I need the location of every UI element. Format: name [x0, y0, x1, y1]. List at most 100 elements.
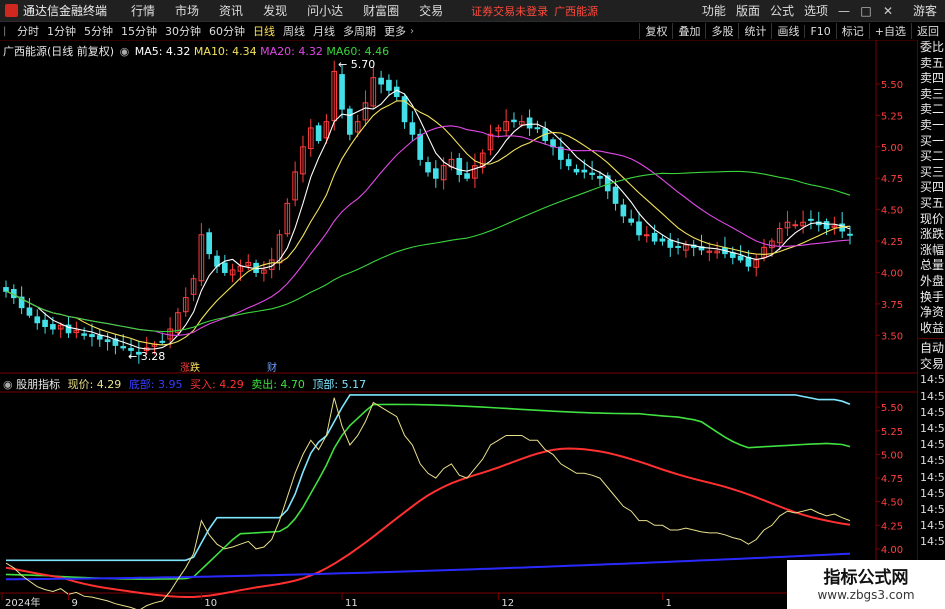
side-item-8[interactable]: 买三	[918, 165, 945, 181]
side-item-6[interactable]: 买一	[918, 134, 945, 150]
candle-body[interactable]	[643, 234, 650, 237]
candle-body[interactable]	[34, 316, 41, 324]
period-multi[interactable]: 多周期	[339, 23, 380, 39]
candle-body[interactable]	[573, 168, 580, 173]
candle-body[interactable]	[597, 175, 603, 179]
menu-hangqing[interactable]: 行情	[121, 2, 165, 19]
candle-body[interactable]	[589, 172, 595, 175]
candle-body[interactable]	[315, 125, 322, 142]
side-item-17[interactable]: 净资	[918, 305, 945, 321]
candle-body[interactable]	[104, 339, 111, 343]
side-item-11[interactable]: 现价	[918, 212, 945, 228]
chart-canvas[interactable]: 3.503.754.004.254.504.755.005.255.503.75…	[0, 40, 917, 609]
guest-user[interactable]: 游客	[899, 2, 945, 19]
chevron-right-icon[interactable]: ›	[410, 26, 414, 37]
candle-body[interactable]	[526, 117, 533, 129]
candle-body[interactable]	[667, 239, 674, 248]
candle-body[interactable]	[89, 334, 95, 338]
candle-body[interactable]	[628, 218, 635, 223]
menu-jiaoyi[interactable]: 交易	[409, 2, 453, 19]
tool-diejia[interactable]: 叠加	[672, 23, 705, 39]
side-item-2[interactable]: 卖四	[918, 71, 945, 87]
candle-body[interactable]	[808, 218, 814, 221]
side-trade-0[interactable]: 自动	[918, 341, 945, 357]
period-5min[interactable]: 5分钟	[80, 23, 117, 39]
side-item-13[interactable]: 涨幅	[918, 243, 945, 259]
collapse-icon[interactable]: |	[0, 26, 13, 37]
tool-f10[interactable]: F10	[804, 24, 835, 38]
candle-body[interactable]	[386, 79, 392, 91]
minimize-icon[interactable]: —	[833, 4, 855, 18]
menu-xuanxiang[interactable]: 选项	[799, 2, 833, 19]
candle-body[interactable]	[81, 333, 87, 336]
side-item-14[interactable]: 总量	[918, 258, 945, 274]
menu-gongshi[interactable]: 公式	[765, 2, 799, 19]
candle-body[interactable]	[3, 287, 9, 292]
kline-panel[interactable]	[3, 60, 853, 364]
side-item-16[interactable]: 换手	[918, 290, 945, 306]
candle-body[interactable]	[409, 122, 416, 135]
candle-body[interactable]	[636, 221, 642, 236]
menu-banmian[interactable]: 版面	[731, 2, 765, 19]
side-item-1[interactable]: 卖五	[918, 56, 945, 72]
period-15min[interactable]: 15分钟	[117, 23, 161, 39]
candle-body[interactable]	[565, 159, 572, 167]
candle-body[interactable]	[847, 233, 853, 236]
candle-body[interactable]	[534, 127, 541, 130]
candle-body[interactable]	[620, 204, 627, 217]
candle-body[interactable]	[581, 169, 588, 173]
side-item-15[interactable]: 外盘	[918, 274, 945, 290]
candle-body[interactable]	[464, 173, 470, 179]
period-1min[interactable]: 1分钟	[43, 23, 80, 39]
side-item-10[interactable]: 买五	[918, 196, 945, 212]
indicator-name[interactable]: 股朋指标	[16, 378, 60, 391]
event-cai[interactable]: 财	[267, 359, 277, 374]
candle-body[interactable]	[745, 256, 752, 267]
side-item-0[interactable]: 委比	[918, 40, 945, 56]
maximize-icon[interactable]: □	[855, 4, 877, 18]
tool-add-watchlist[interactable]: +自选	[868, 23, 911, 39]
period-fenshi[interactable]: 分时	[13, 23, 43, 39]
candle-body[interactable]	[206, 232, 213, 255]
period-60min[interactable]: 60分钟	[205, 23, 249, 39]
menu-caifuquan[interactable]: 财富圈	[353, 2, 409, 19]
menu-zixun[interactable]: 资讯	[209, 2, 253, 19]
side-item-9[interactable]: 买四	[918, 180, 945, 196]
side-item-3[interactable]: 卖三	[918, 87, 945, 103]
menu-shichang[interactable]: 市场	[165, 2, 209, 19]
login-warning[interactable]: 证券交易未登录	[471, 3, 548, 19]
candle-body[interactable]	[96, 335, 103, 340]
side-item-7[interactable]: 买二	[918, 149, 945, 165]
candle-body[interactable]	[425, 162, 431, 173]
period-30min[interactable]: 30分钟	[161, 23, 205, 39]
candle-body[interactable]	[675, 245, 681, 248]
tool-fuquan[interactable]: 复权	[639, 23, 672, 39]
candle-body[interactable]	[221, 262, 228, 273]
tool-huaxian[interactable]: 画线	[771, 23, 804, 39]
candle-body[interactable]	[378, 77, 384, 85]
menu-faxian[interactable]: 发现	[253, 2, 297, 19]
candle-body[interactable]	[792, 224, 799, 227]
side-trade-1[interactable]: 交易	[918, 357, 945, 373]
candle-body[interactable]	[823, 221, 830, 229]
event-markers[interactable]: 涨跌	[180, 359, 200, 374]
candle-body[interactable]	[612, 186, 619, 204]
candle-body[interactable]	[339, 74, 345, 110]
indicator-panel[interactable]	[5, 394, 851, 609]
period-daily[interactable]: 日线	[249, 23, 279, 39]
menu-gongneng[interactable]: 功能	[697, 2, 731, 19]
candle-body[interactable]	[456, 157, 463, 175]
indicator-settings-icon[interactable]: ◉	[3, 378, 13, 391]
candle-body[interactable]	[26, 307, 33, 316]
close-icon[interactable]: ✕	[877, 4, 899, 18]
candle-body[interactable]	[42, 319, 48, 328]
period-monthly[interactable]: 月线	[309, 23, 339, 39]
candle-body[interactable]	[651, 232, 658, 242]
candle-body[interactable]	[417, 133, 424, 160]
settings-icon[interactable]: ◉	[120, 45, 130, 58]
candle-body[interactable]	[347, 108, 353, 135]
side-item-18[interactable]: 收益	[918, 321, 945, 337]
candle-body[interactable]	[50, 324, 56, 330]
candle-body[interactable]	[432, 168, 439, 179]
candle-body[interactable]	[120, 346, 127, 349]
